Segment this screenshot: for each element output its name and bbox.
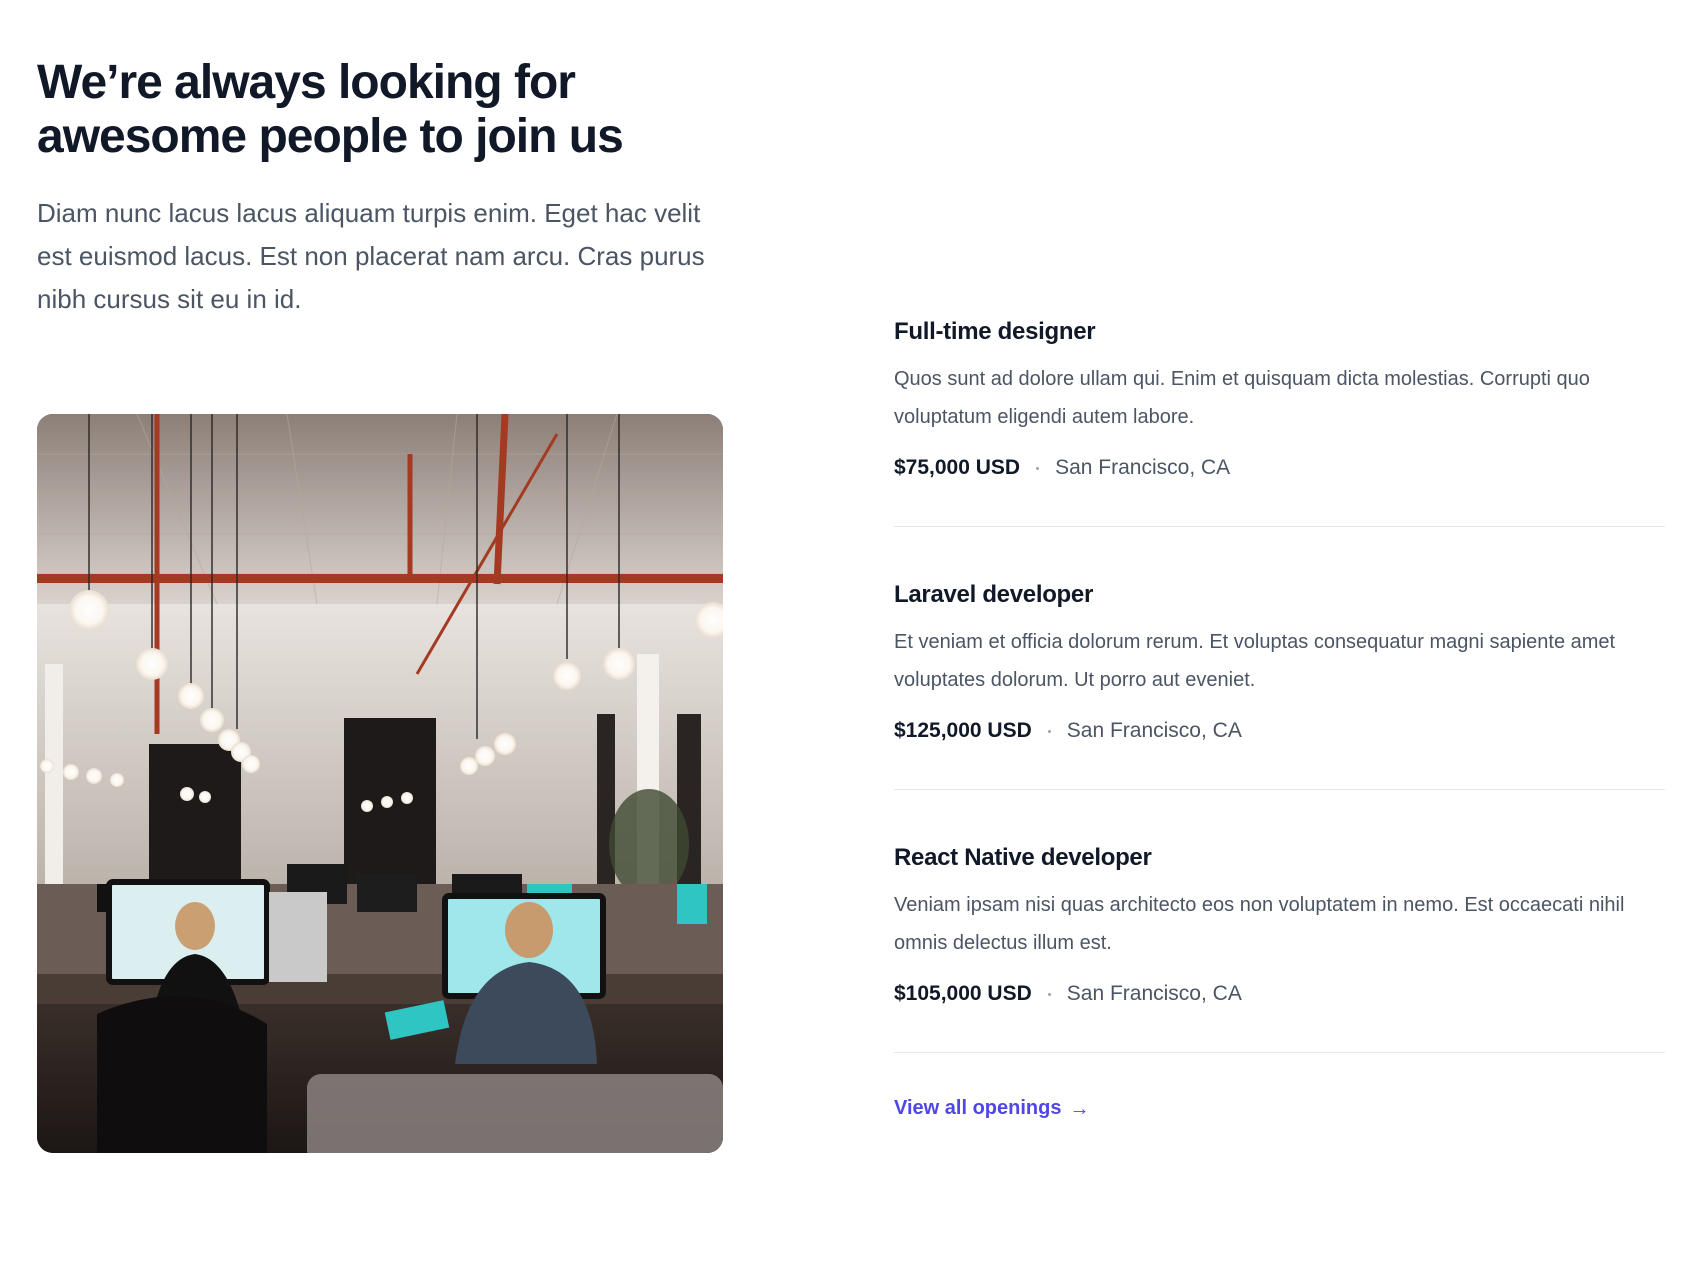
job-description: Et veniam et officia dolorum rerum. Et v… (894, 631, 1616, 691)
job-description: Veniam ipsam nisi quas architecto eos no… (894, 894, 1625, 954)
intro-paragraph: Diam nunc lacus lacus aliquam turpis eni… (37, 198, 705, 314)
view-all-openings-label: View all openings (894, 1097, 1062, 1119)
page-title: We’re always looking for awesome people … (37, 56, 624, 163)
job-salary: $125,000 USD (894, 719, 1032, 742)
separator-dot (1047, 992, 1051, 996)
job-salary: $105,000 USD (894, 982, 1032, 1005)
separator-dot (1036, 466, 1040, 470)
view-all-openings-link[interactable]: View all openings → (894, 1097, 1089, 1120)
job-location: San Francisco, CA (1066, 719, 1242, 742)
job-title[interactable]: Laravel developer (894, 575, 1665, 615)
arrow-right-icon: → (1069, 1097, 1090, 1120)
job-openings-list: Full-time designer Quos sunt ad dolore u… (894, 312, 1665, 1120)
separator-dot (1047, 729, 1051, 733)
job-meta: $75,000 USD San Francisco, CA (894, 452, 1665, 484)
job-description: Quos sunt ad dolore ullam qui. Enim et q… (894, 368, 1590, 428)
office-photo (37, 414, 723, 1153)
job-meta: $125,000 USD San Francisco, CA (894, 715, 1665, 747)
job-item: React Native developer Veniam ipsam nisi… (894, 838, 1665, 1053)
job-salary: $75,000 USD (894, 456, 1021, 479)
office-photo-illustration (37, 414, 723, 1153)
job-meta: $105,000 USD San Francisco, CA (894, 978, 1665, 1010)
careers-section: We’re always looking for awesome people … (0, 0, 1691, 1262)
job-item: Laravel developer Et veniam et officia d… (894, 575, 1665, 790)
job-location: San Francisco, CA (1055, 456, 1231, 479)
job-location: San Francisco, CA (1066, 982, 1242, 1005)
job-title[interactable]: Full-time designer (894, 312, 1665, 352)
hero-text: We’re always looking for awesome people … (37, 56, 737, 321)
job-item: Full-time designer Quos sunt ad dolore u… (894, 312, 1665, 527)
job-title[interactable]: React Native developer (894, 838, 1665, 878)
